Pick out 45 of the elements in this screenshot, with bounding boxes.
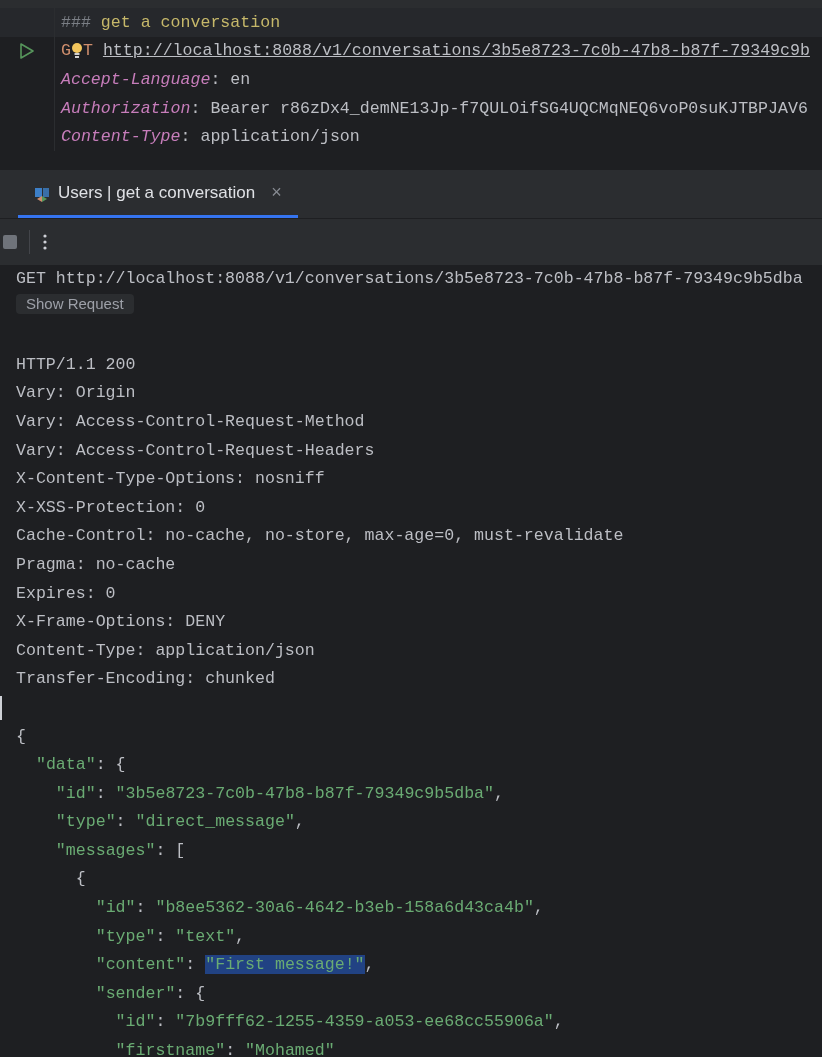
method-letter: T <box>82 41 93 61</box>
json-line: "firstname": "Mohamed" <box>114 1040 336 1057</box>
request-title: get a conversation <box>100 12 281 32</box>
header-separator: : <box>190 98 201 118</box>
close-icon[interactable]: × <box>271 182 282 203</box>
response-header: Expires: 0 <box>16 582 117 605</box>
response-header: Content-Type: application/json <box>16 639 316 662</box>
run-icon[interactable] <box>19 41 35 60</box>
response-header: Cache-Control: no-cache, no-store, max-age=0, must-revalidate <box>16 525 625 548</box>
more-icon[interactable] <box>42 233 48 251</box>
header-separator: : <box>210 70 221 89</box>
comment-marks: ### <box>61 12 91 32</box>
lightbulb-icon[interactable] <box>70 40 83 61</box>
json-line: { <box>16 725 27 748</box>
header-name: Authorization <box>61 98 191 118</box>
response-header: Transfer-Encoding: chunked <box>16 668 276 691</box>
response-header: X-Content-Type-Options: nosniff <box>16 468 326 491</box>
response-header: Vary: Access-Control-Request-Headers <box>16 439 376 462</box>
response-header: X-Frame-Options: DENY <box>16 611 227 634</box>
json-line: { <box>74 868 87 891</box>
text-cursor <box>0 695 2 720</box>
response-header: Pragma: no-cache <box>16 553 177 576</box>
json-line: "messages": [ <box>54 839 187 862</box>
json-line: "sender": { <box>94 982 207 1005</box>
response-header: Vary: Origin <box>16 382 137 405</box>
json-line: "type": "text", <box>94 925 247 948</box>
header-value: application/json <box>200 127 360 147</box>
header-name: Accept-Language <box>61 70 211 89</box>
response-header: HTTP/1.1 200 <box>16 353 137 376</box>
json-line: "type": "direct_message", <box>54 811 306 834</box>
header-separator: : <box>180 127 191 147</box>
header-value: en <box>230 70 251 89</box>
response-header: X-XSS-Protection: 0 <box>16 496 207 519</box>
show-request-button[interactable]: Show Request <box>16 293 134 314</box>
json-line: "data": { <box>34 754 127 777</box>
json-line: "id": "b8ee5362-30a6-4642-b3eb-158a6d43ca4b", <box>94 897 545 920</box>
header-value: Bearer r86zDx4_demNE13Jp-f7QULOifSG4UQCMqNEQ6voP0suKJTBPJAV6 <box>210 98 808 118</box>
json-line: "id": "3b5e8723-7c0b-47b8-b87f-79349c9b5dba", <box>54 782 505 805</box>
request-url[interactable]: http://localhost:8088/v1/conversations/3b5e8723-7c0b-47b8-b87f-79349c9b <box>102 41 810 61</box>
json-line: "id": "7b9fff62-1255-4359-a053-ee68cc55906a", <box>114 1011 565 1034</box>
method-letter: G <box>61 41 71 61</box>
request-line: GET http://localhost:8088/v1/conversations/3b5e8723-7c0b-47b8-b87f-79349c9b5dba <box>16 268 804 290</box>
response-header: Vary: Access-Control-Request-Method <box>16 410 366 433</box>
header-name: Content-Type <box>61 127 181 147</box>
json-line: "content": "First message!", <box>94 954 376 977</box>
